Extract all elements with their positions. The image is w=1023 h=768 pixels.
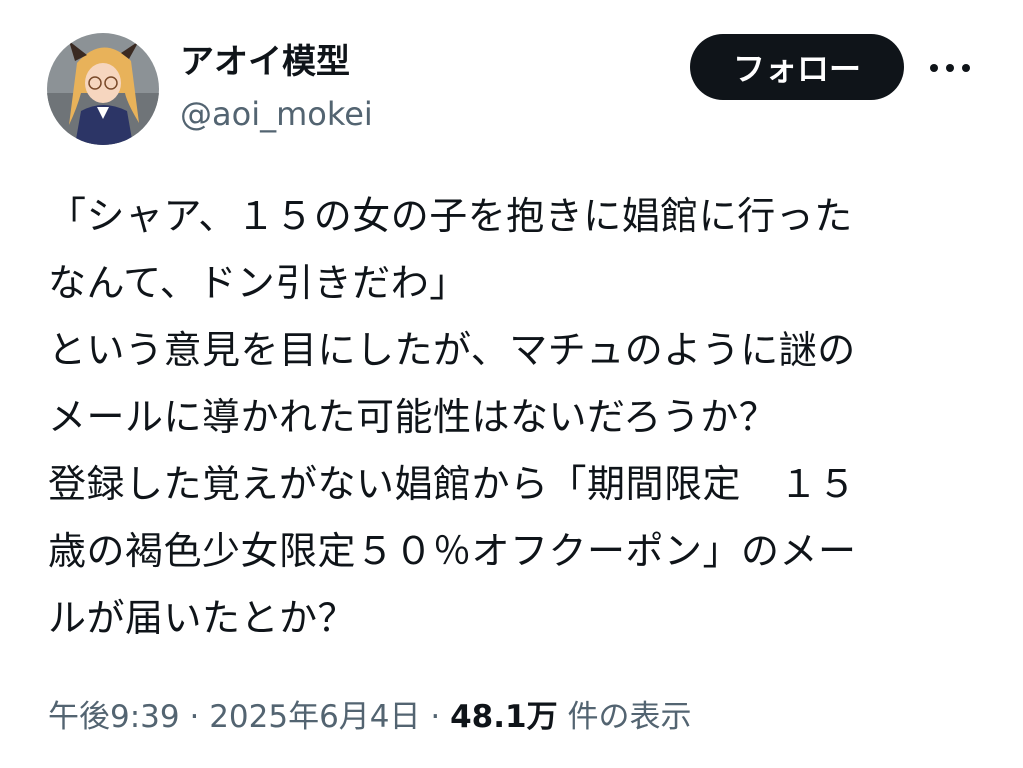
post-time[interactable]: 午後9:39 — [48, 699, 180, 735]
tweet-line: という意見を目にしたが、マチュのように謎の — [48, 328, 856, 372]
dot — [930, 64, 938, 72]
display-name[interactable]: アオイ模型 — [180, 42, 350, 82]
tweet-line: なんて、ドン引きだわ」 — [48, 261, 468, 305]
separator: · — [420, 699, 451, 735]
tweet-text: 「シャア、１５の女の子を抱きに娼館に行った なんて、ドン引きだわ」 という意見を… — [48, 183, 963, 652]
follow-button[interactable]: フォロー — [690, 34, 904, 100]
tweet-meta: 午後9:39 · 2025年6月4日 · 48.1万 件の表示 — [48, 697, 691, 737]
avatar-figure-icon — [47, 33, 159, 145]
tweet-line: 登録した覚えがない娼館から「期間限定 １５ — [48, 462, 857, 506]
more-horizontal-icon[interactable] — [930, 60, 970, 76]
post-date[interactable]: 2025年6月4日 — [209, 699, 420, 735]
handle[interactable]: @aoi_mokei — [180, 94, 373, 134]
dot — [946, 64, 954, 72]
views-label: 件の表示 — [557, 699, 692, 735]
tweet-line: 「シャア、１５の女の子を抱きに娼館に行った — [48, 194, 853, 238]
tweet-line: 歳の褐色少女限定５０％オフクーポン」のメー — [48, 529, 857, 573]
separator: · — [179, 699, 210, 735]
avatar[interactable] — [47, 33, 159, 145]
tweet-line: ルが届いたとか？ — [48, 596, 357, 640]
views-count[interactable]: 48.1万 — [450, 699, 558, 735]
dot — [962, 64, 970, 72]
tweet-line: メールに導かれた可能性はないだろうか？ — [48, 395, 778, 439]
